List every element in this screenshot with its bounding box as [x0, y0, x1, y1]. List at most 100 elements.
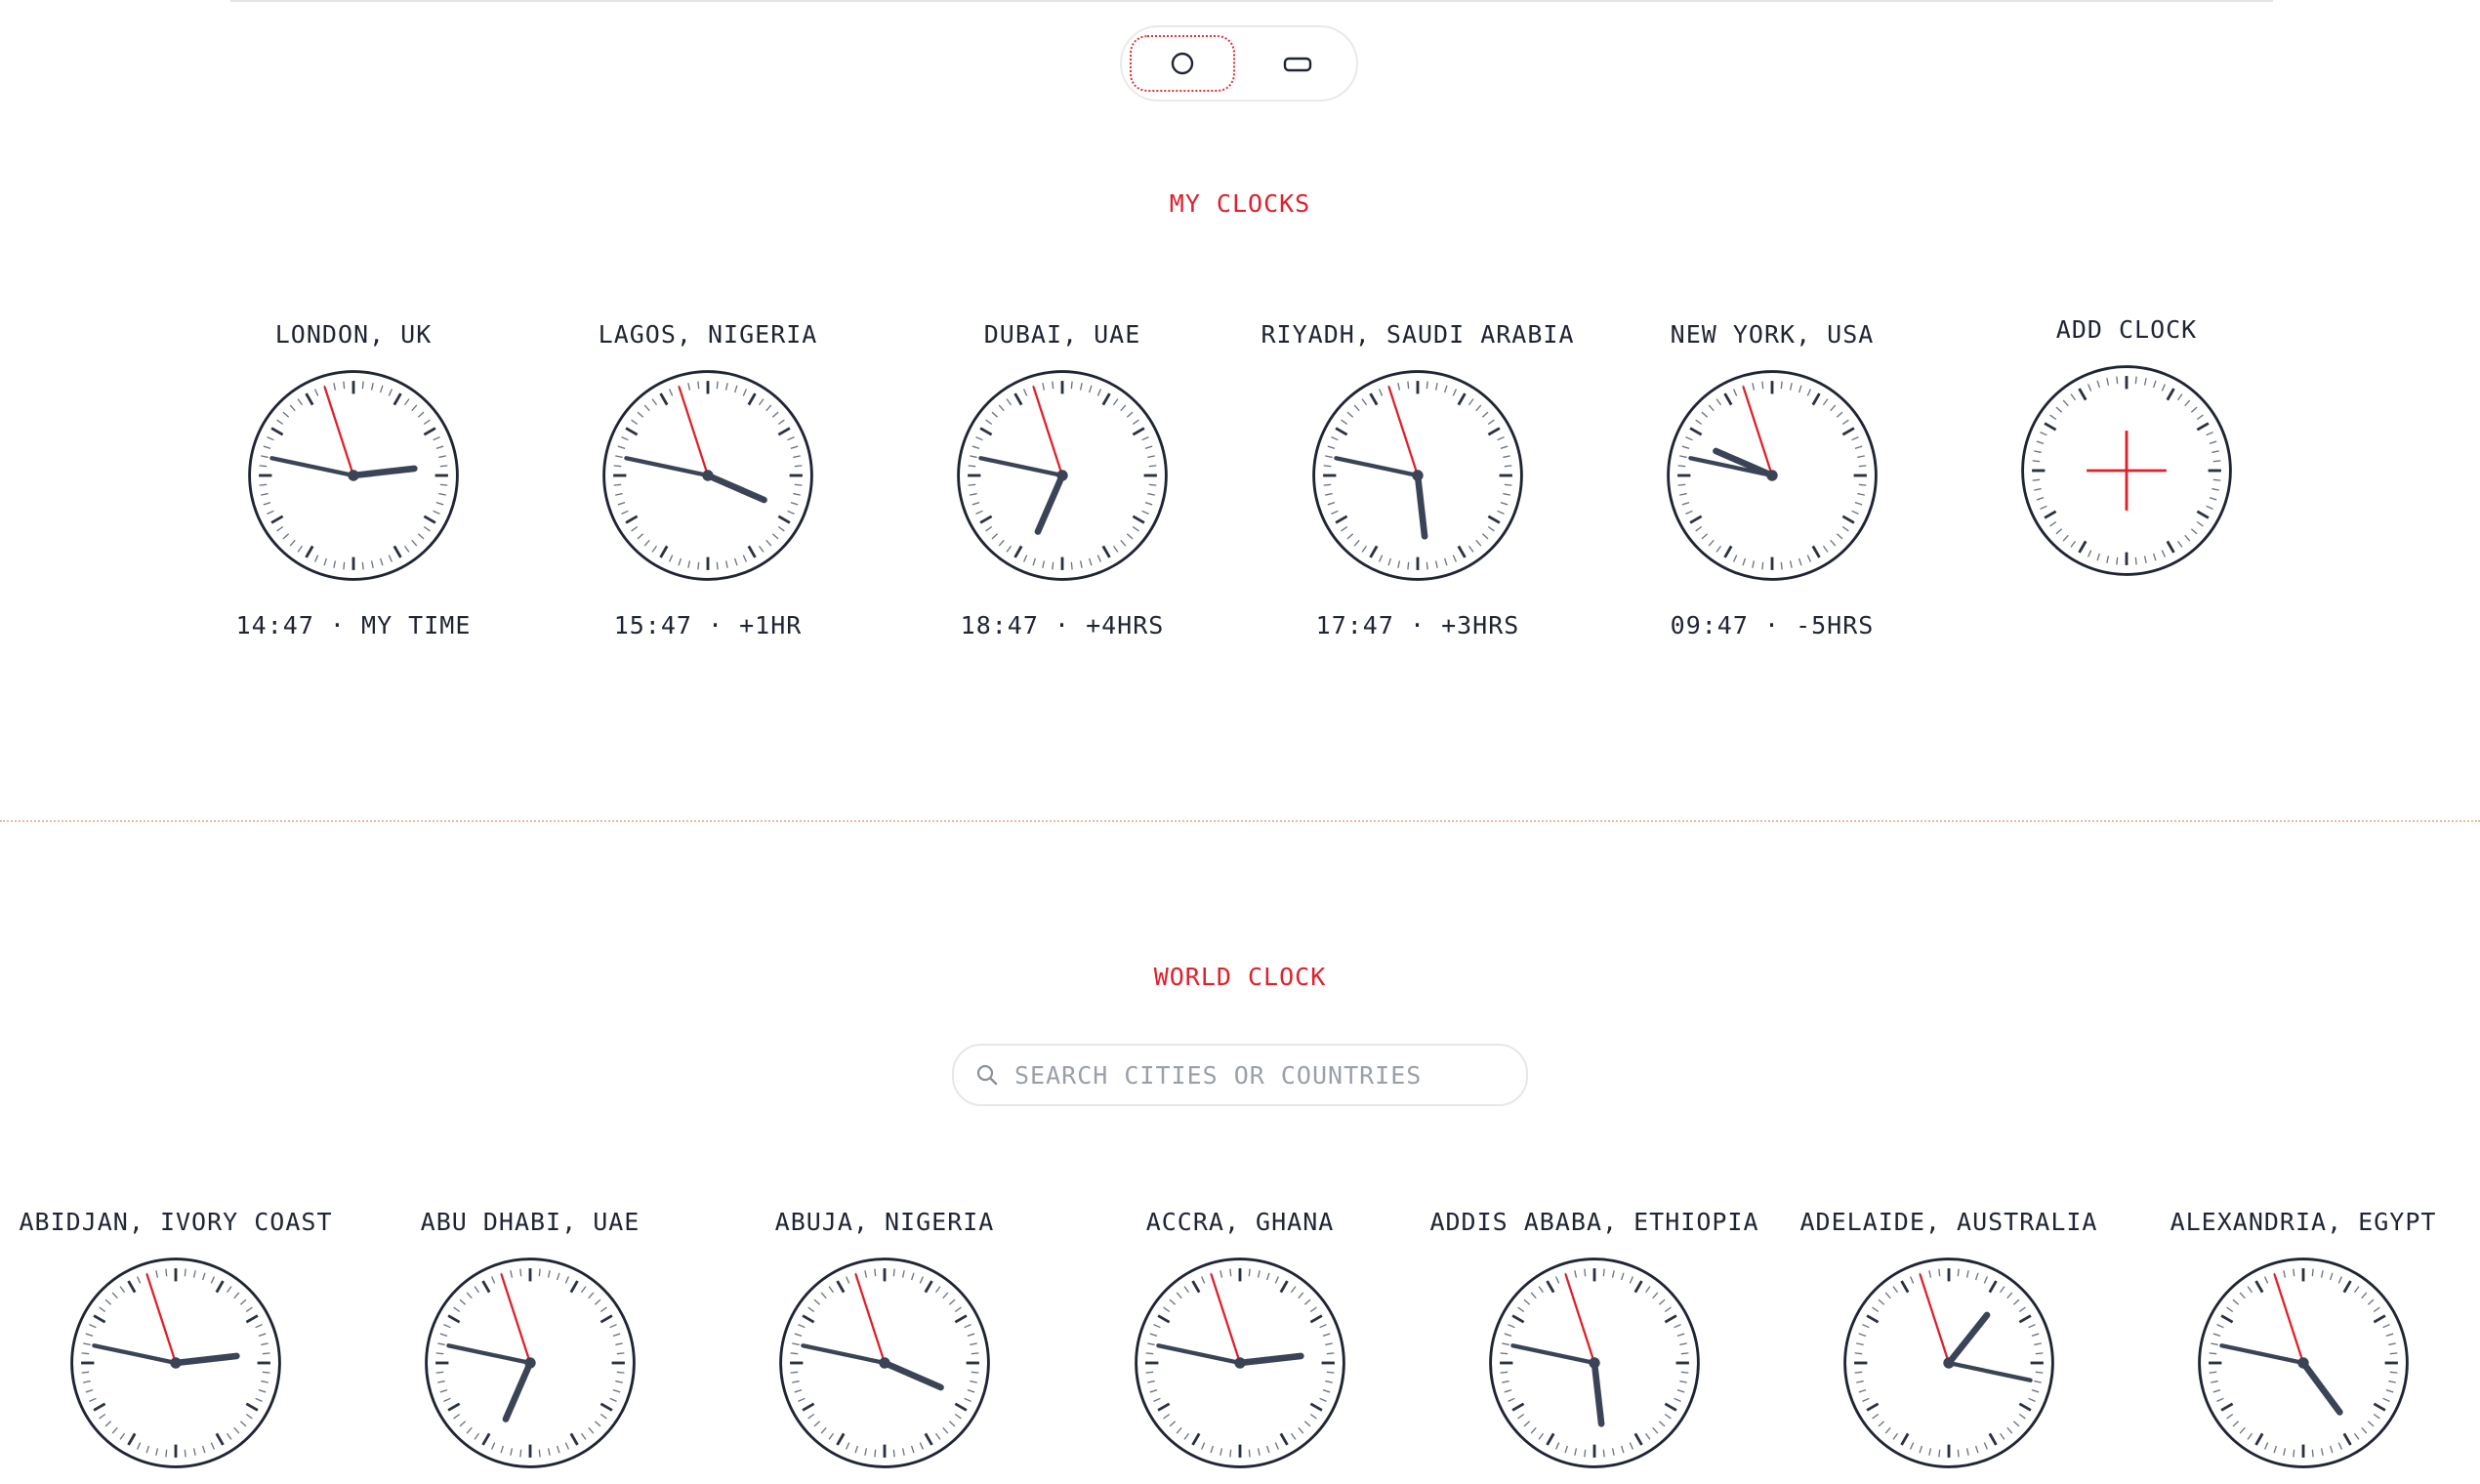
clock-card: DUBAI, UAE 18:47 · +4HRS: [877, 317, 1248, 643]
clock-tick: [343, 561, 346, 570]
clock-card: LONDON, UK 14:47 · MY TIME: [168, 317, 539, 643]
search-input[interactable]: [1013, 1059, 1485, 1091]
clock-tick: [2035, 1352, 2044, 1355]
clock-tick: [1504, 465, 1512, 468]
clock-tick: [184, 1449, 186, 1458]
clock-face: [1843, 1257, 2054, 1468]
circle-icon: [1171, 52, 1194, 75]
clock-tick: [613, 465, 622, 468]
clock-city-label: ACCRA, GHANA: [1145, 1208, 1335, 1236]
clock-tick: [1680, 1352, 1689, 1355]
clock-card: ABUJA, NIGERIA: [699, 1205, 1070, 1474]
rounded-rect-icon: [1283, 57, 1312, 72]
search-bar: [952, 1044, 1528, 1106]
clock-time-label: 15:47 · +1HR: [613, 611, 803, 639]
clock-time-label: 17:47 · +3HRS: [1315, 611, 1520, 639]
add-clock-card[interactable]: ADD CLOCK: [1941, 312, 2312, 582]
clock-tick: [1323, 483, 1332, 486]
clock-center: [702, 470, 714, 481]
clock-tick: [361, 381, 364, 390]
clock-tick: [1070, 561, 1073, 570]
clock-tick: [538, 1449, 541, 1458]
clock-tick: [1145, 1371, 1154, 1374]
clock-tick: [2311, 1449, 2314, 1458]
clock-tick: [1407, 381, 1410, 390]
clock-center: [1589, 1357, 1600, 1369]
top-divider: [230, 0, 2273, 2]
clock-tick: [1248, 1449, 1251, 1458]
add-clock-face[interactable]: [2015, 359, 2238, 582]
clock-tick: [968, 465, 976, 468]
clock-tick: [613, 483, 622, 486]
clock-center: [1766, 470, 1778, 481]
clock-tick: [435, 1352, 444, 1355]
clock-face: [70, 1257, 281, 1468]
toggle-digital-option[interactable]: [1245, 35, 1350, 92]
clock-tick: [616, 1371, 625, 1374]
clock-tick: [1326, 1352, 1335, 1355]
clock-time-label: 09:47 · -5HRS: [1670, 611, 1875, 639]
clock-face: [248, 370, 459, 581]
clock-tick: [1584, 1268, 1587, 1277]
clock-tick: [892, 1268, 895, 1277]
clock-tick: [81, 1352, 90, 1355]
clock-tick: [538, 1268, 541, 1277]
clock-face: [425, 1257, 636, 1468]
clock-city-label: LONDON, UK: [274, 320, 433, 349]
clock-face: [779, 1257, 990, 1468]
clock-card: NEW YORK, USA 09:47 · -5HRS: [1587, 317, 1958, 643]
clock-tick: [2209, 1352, 2217, 1355]
clock-card: RIYADH, SAUDI ARABIA 17:47 · +3HRS: [1232, 317, 1603, 643]
clock-tick: [2212, 460, 2221, 463]
my-clocks-title: MY CLOCKS: [1169, 189, 1311, 218]
clock-tick: [1957, 1268, 1960, 1277]
clock-tick: [874, 1449, 877, 1458]
clock-tick: [1584, 1449, 1587, 1458]
clock-city-label: ABIDJAN, IVORY COAST: [19, 1208, 333, 1236]
clock-face: [1135, 1257, 1345, 1468]
clock-tick: [971, 1371, 979, 1374]
clock-tick: [1407, 561, 1410, 570]
clock-card: LAGOS, NIGERIA 15:47 · +1HR: [522, 317, 893, 643]
clock-tick: [259, 465, 268, 468]
clock-tick: [2032, 460, 2041, 463]
clock-tick: [697, 561, 700, 570]
clock-tick: [2209, 1371, 2217, 1374]
clock-tick: [259, 483, 268, 486]
clock-tick: [1504, 483, 1512, 486]
clock-tick: [1854, 1352, 1863, 1355]
clock-face: [1489, 1257, 1700, 1468]
clock-center: [2297, 1357, 2309, 1369]
clock-tick: [1957, 1449, 1960, 1458]
clock-tick: [519, 1268, 522, 1277]
clock-tick: [262, 1371, 270, 1374]
clock-tick: [1677, 465, 1686, 468]
clock-tick: [1148, 483, 1157, 486]
world-clock-title: WORLD CLOCK: [1153, 963, 1327, 991]
clock-card: ADELAIDE, AUSTRALIA: [1763, 1205, 2134, 1474]
clock-tick: [794, 483, 803, 486]
clock-city-label: ALEXANDRIA, EGYPT: [2170, 1208, 2437, 1236]
clock-card: ACCRA, GHANA: [1054, 1205, 1426, 1474]
clock-face: [602, 370, 813, 581]
clock-tick: [971, 1352, 979, 1355]
clock-tick: [81, 1371, 90, 1374]
clock-city-label: ABUJA, NIGERIA: [774, 1208, 995, 1236]
toggle-analog-option[interactable]: [1130, 35, 1235, 92]
clock-tick: [1052, 561, 1054, 570]
clock-tick: [2035, 1371, 2044, 1374]
clock-tick: [1070, 381, 1073, 390]
clock-tick: [874, 1268, 877, 1277]
clock-tick: [2134, 376, 2137, 385]
clock-tick: [1938, 1268, 1941, 1277]
clock-tick: [892, 1449, 895, 1458]
clock-tick: [2311, 1268, 2314, 1277]
clock-tick: [1761, 561, 1764, 570]
clock-tick: [968, 483, 976, 486]
clock-tick: [1780, 561, 1783, 570]
clock-card: ABU DHABI, UAE: [345, 1205, 716, 1474]
clock-city-label: LAGOS, NIGERIA: [598, 320, 818, 349]
clock-tick: [1602, 1449, 1605, 1458]
clock-tick: [1500, 1371, 1509, 1374]
clock-tick: [1780, 381, 1783, 390]
